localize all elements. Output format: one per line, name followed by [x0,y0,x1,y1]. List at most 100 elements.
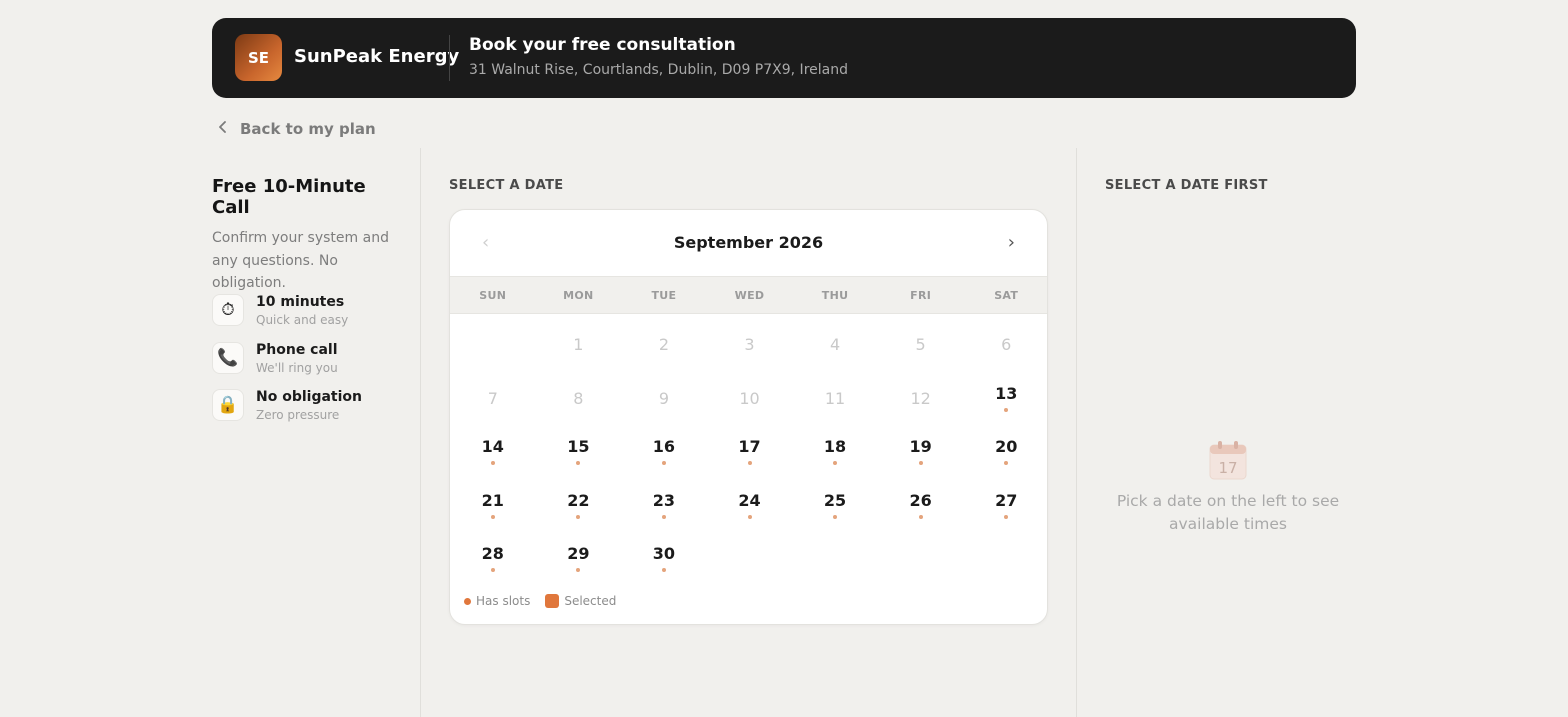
day-number: 23 [652,490,676,510]
day-number: 30 [652,544,676,564]
day-number: 25 [823,490,847,510]
has-slots-dot [661,568,666,573]
calendar-month-label: September 2026 [673,233,824,252]
feature-item: ⏱ 10 minutes Quick and easy [212,294,348,327]
date-calendar: ‹ September 2026 › SUN MON TUE WED THU FRI SAT… [449,209,1048,625]
next-month-button[interactable]: › [1008,232,1015,253]
day-number: 1 [573,335,584,354]
consultation-summary: Free 10-Minute Call Confirm your system … [212,176,402,295]
has-slots-dot [1004,461,1009,466]
back-to-plan-link[interactable]: Back to my plan [218,120,376,138]
day-number: 11 [824,388,846,408]
feature-text: No obligation Zero pressure [256,389,362,422]
calendar-icon: 17 [1209,440,1247,480]
calendar-day[interactable]: 27 [964,490,1047,531]
calendar-day[interactable]: 13 [964,383,1047,424]
summary-description: Confirm your system and any questions. N… [212,230,389,291]
calendar-day: 1 [536,335,620,375]
calendar-day[interactable]: 22 [536,491,620,531]
day-number: 27 [995,490,1018,510]
has-slots-dot [490,461,495,466]
feature-subtitle: Zero pressure [256,408,340,422]
weekday-wed: WED [734,289,765,302]
has-slots-dot [833,514,838,519]
calendar-day[interactable]: 25 [793,491,877,531]
day-number: 28 [481,544,504,564]
calendar-day[interactable]: 14 [451,437,535,477]
day-number: 20 [995,437,1018,457]
day-number: 17 [738,437,761,457]
calendar-day: 2 [622,335,706,375]
day-number: 14 [481,437,504,457]
has-slots-dot [576,461,581,466]
day-number: 2 [658,335,670,354]
day-number: 29 [567,544,590,564]
calendar-day: 6 [964,335,1047,375]
feature-title: 10 minutes [256,294,345,310]
legend-selected: Selected [564,594,617,608]
has-slots-dot [1004,407,1009,412]
weekday-thu: THU [821,289,849,302]
calendar-day[interactable]: 30 [622,544,706,584]
day-number: 5 [915,335,926,354]
calendar-icon-number: 17 [1218,459,1237,477]
calendar-day[interactable]: 18 [793,437,877,477]
calendar-day[interactable]: 26 [879,491,963,531]
has-slots-dot [576,514,581,519]
column-divider-right [1076,148,1077,717]
calendar-day: 4 [793,335,877,375]
weekday-tue: TUE [651,289,677,302]
lock-icon: 🔒 [212,389,244,421]
has-slots-dot [918,514,923,519]
select-date-label: SELECT A DATE [449,178,564,193]
calendar-day: 10 [708,389,792,429]
calendar-day: 9 [622,389,706,429]
weekday-sun: SUN [479,289,507,302]
brand-name: SunPeak Energy [294,46,460,67]
page-title: Book your free consultation [469,35,736,55]
brand-logo: SE [235,34,282,81]
column-divider-left [420,148,421,717]
calendar-day[interactable]: 15 [536,437,620,477]
calendar-day: 8 [536,389,620,429]
day-number: 15 [567,437,590,457]
calendar-day: 7 [451,389,535,429]
calendar-day[interactable]: 19 [879,437,963,477]
feature-subtitle: We'll ring you [256,361,338,375]
feature-subtitle: Quick and easy [256,313,349,327]
day-number: 18 [823,437,847,457]
calendar-day[interactable]: 16 [622,437,706,477]
feature-item: 🔒 No obligation Zero pressure [212,389,362,422]
has-slots-dot [747,514,752,519]
day-number: 26 [909,490,932,510]
calendar-day[interactable]: 29 [536,544,620,584]
feature-title: Phone call [256,342,338,358]
has-slots-dot [490,568,495,573]
calendar-day[interactable]: 20 [964,437,1047,477]
day-number: 12 [910,388,931,408]
summary-title: Free 10-Minute Call [212,176,366,218]
legend-has-slots: Has slots [476,594,531,608]
address-text: 31 Walnut Rise, Courtlands, Dublin, D09 … [469,62,848,78]
calendar-day: 12 [879,389,963,429]
day-number: 16 [652,437,676,457]
day-number: 10 [739,388,760,408]
calendar-day[interactable]: 21 [451,491,535,531]
has-slots-dot [918,461,923,466]
day-number: 19 [909,437,932,457]
day-number: 13 [995,383,1018,403]
feature-item: 📞 Phone call We'll ring you [212,342,338,375]
calendar-legend: Has slots Selected [464,594,616,608]
calendar-day[interactable]: 23 [622,491,706,531]
feature-text: Phone call We'll ring you [256,342,338,375]
calendar-day[interactable]: 24 [708,491,792,531]
day-number: 6 [1001,335,1012,354]
has-slots-dot [661,461,666,466]
calendar-day[interactable]: 28 [451,544,535,584]
calendar-day: 3 [708,335,792,375]
day-number: 24 [738,490,761,510]
feature-title: No obligation [256,389,362,405]
booking-header: SE SunPeak Energy Book your free consult… [212,18,1356,98]
empty-state-text: Pick a date on the left to see available… [1116,492,1340,533]
calendar-day[interactable]: 17 [708,437,792,477]
